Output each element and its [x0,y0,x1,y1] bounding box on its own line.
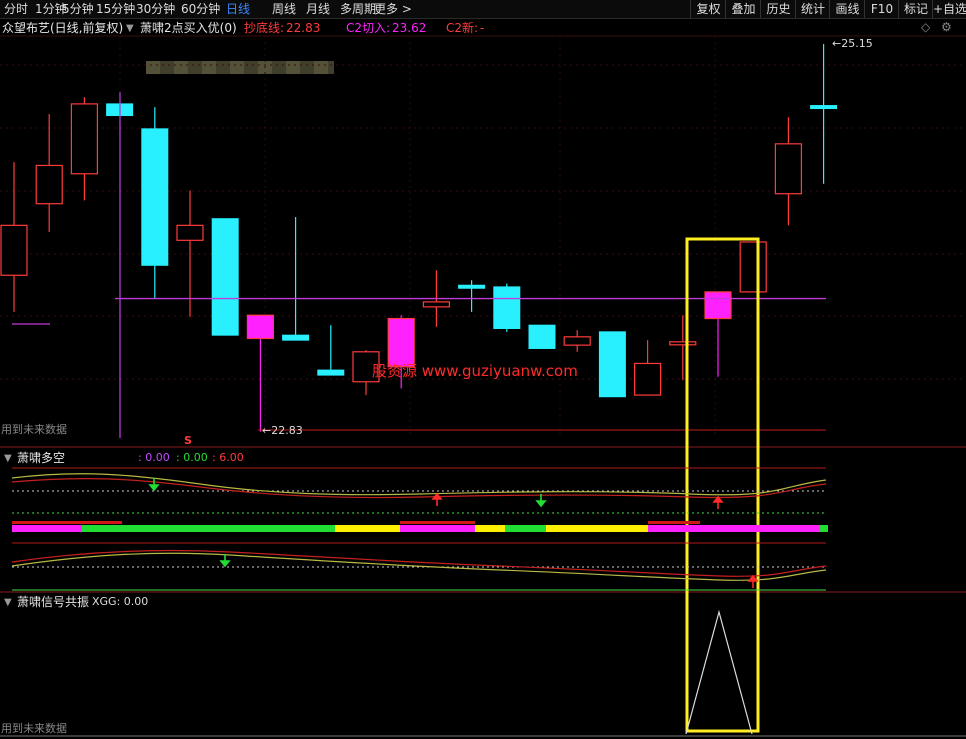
panel2-collapse-icon[interactable]: ▼ [4,452,12,466]
p2-bar-seg-1 [82,525,335,532]
candle-17 [598,331,626,398]
candle-body-21 [739,241,767,293]
p2-arrow-2 [535,494,547,508]
low-price-value: 22.83 [271,424,303,437]
candle-body-23 [810,105,838,110]
candle-2 [70,97,99,201]
candle-23 [810,44,838,184]
xgg-signal-peak [685,609,753,735]
candle-1 [35,113,63,233]
candle-body-18 [633,362,662,396]
panel3-future-note: 用到未来数据 [1,722,67,735]
p2-bar-top-1 [400,521,475,524]
candle-19 [669,315,697,381]
p2-arrow-3 [712,495,724,509]
panel2-lines [11,467,828,591]
panel2-title[interactable]: 萧啸多空 [17,451,65,465]
candle-4 [141,107,169,299]
low-price-marker: ←22.83 [262,424,303,437]
p2-bar-seg-4 [475,525,505,532]
candle-body-14 [493,286,521,330]
panel2-value-3: : 6.00 [212,451,244,464]
candle-body-22 [774,143,803,195]
p2-bar-top-2 [648,521,700,524]
candle-20 [704,291,732,377]
candle-21 [739,241,767,293]
p2-arrow-1 [431,492,443,506]
candle-body-4 [141,128,169,266]
candle-body-8 [282,334,310,341]
candle-body-20 [704,291,732,320]
candle-body-5 [176,224,204,241]
overlay-lines [12,92,826,733]
candle-body-12 [422,301,450,308]
p2-arrow-0 [148,478,160,492]
candle-15 [528,324,556,349]
p2-bar-top-0 [12,521,122,524]
p2-bar-seg-8 [820,525,828,532]
candle-16 [563,330,591,352]
candle-22 [774,117,803,226]
candle-body-19 [669,341,697,346]
panel3-collapse-icon[interactable]: ▼ [4,596,12,610]
panel3-title[interactable]: 萧啸信号共振 [17,595,89,609]
candle-6 [211,218,239,336]
sell-signal-glyph: S [184,434,192,447]
candle-body-2 [70,103,99,175]
candle-body-13 [458,284,486,289]
candle-body-7 [246,314,274,340]
p2-bar-seg-3 [400,525,475,532]
high-price-marker: ←25.15 [832,37,873,50]
panel3-lines [685,609,753,735]
candle-body-1 [35,164,63,205]
candle-14 [493,283,521,332]
future-data-note: 用到未来数据 [1,423,67,436]
candle-body-6 [211,218,239,336]
candle-body-9 [317,369,345,376]
panel3-xgg-value: XGG: 0.00 [92,595,149,608]
p2-arrow-4 [219,554,231,568]
p2-bar-seg-0 [12,525,82,532]
p2-bar-seg-6 [546,525,648,532]
watermark-text: 股资源 www.guziyuanw.com [372,362,578,380]
candle-body-15 [528,324,556,349]
candle-0 [0,162,28,312]
panel2-value-2: : 0.00 [176,451,208,464]
p2-curve-a [11,473,827,496]
p2-bar-seg-2 [335,525,400,532]
candle-13 [458,280,486,312]
candle-9 [317,325,345,376]
p2-bar-seg-5 [505,525,546,532]
candle-body-0 [0,224,28,276]
candle-7 [246,314,274,432]
candle-18 [633,340,662,396]
candle-8 [282,217,310,341]
p2-arrow-5 [747,574,759,588]
high-price-value: 25.15 [841,37,873,50]
candle-body-17 [598,331,626,398]
panel2-value-1: : 0.00 [138,451,170,464]
p2-bar-seg-7 [648,525,820,532]
candle-body-16 [563,336,591,346]
